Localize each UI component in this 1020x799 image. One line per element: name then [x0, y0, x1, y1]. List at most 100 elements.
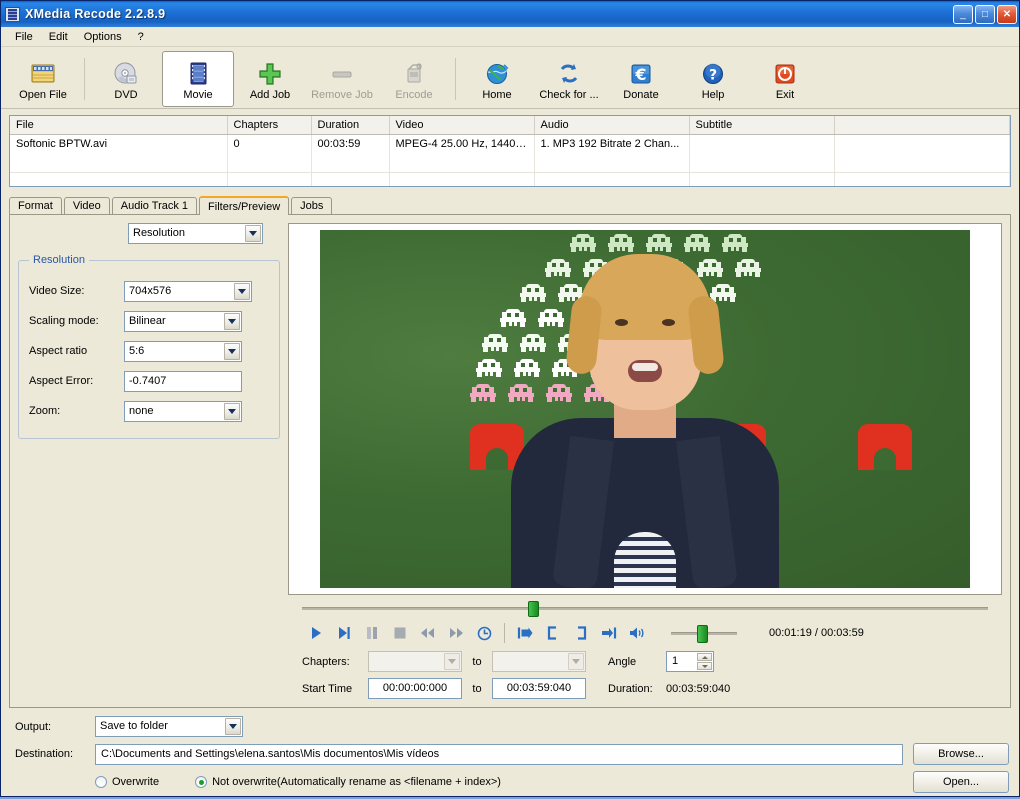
transport-separator: [504, 623, 505, 643]
preview-column: 00:01:19 / 00:03:59 Chapters: to Angle 1: [288, 223, 1002, 699]
label-aspect-ratio: Aspect ratio: [29, 345, 124, 357]
resolution-group-legend: Resolution: [29, 254, 89, 266]
mark-out-button[interactable]: [567, 621, 595, 645]
label-zoom: Zoom:: [29, 405, 124, 417]
aspect-ratio-value: 5:6: [129, 342, 221, 361]
close-button[interactable]: ✕: [997, 5, 1017, 24]
column-header-subtitle[interactable]: Subtitle: [689, 116, 834, 135]
rewind-icon: [420, 626, 436, 640]
tab-filters-preview[interactable]: Filters/Preview: [199, 196, 289, 215]
toolbar-help[interactable]: ? Help: [677, 51, 749, 107]
next-frame-button[interactable]: [330, 621, 358, 645]
mark-out-icon: [574, 626, 588, 640]
chevron-down-icon[interactable]: [225, 718, 241, 735]
angle-down-icon[interactable]: [697, 662, 712, 670]
volume-button[interactable]: [623, 621, 651, 645]
tab-video[interactable]: Video: [64, 197, 110, 214]
column-header-duration[interactable]: Duration: [311, 116, 389, 135]
stop-button[interactable]: [386, 621, 414, 645]
column-header-video[interactable]: Video: [389, 116, 534, 135]
overwrite-radio[interactable]: [95, 776, 107, 788]
zoom-select[interactable]: none: [124, 401, 242, 422]
end-time-field[interactable]: 00:03:59:040: [492, 678, 586, 699]
chevron-down-icon[interactable]: [224, 343, 240, 360]
mark-in-icon: [546, 626, 560, 640]
duration-value: 00:03:59:040: [666, 683, 730, 695]
maximize-button[interactable]: □: [975, 5, 995, 24]
scaling-mode-select[interactable]: Bilinear: [124, 311, 242, 332]
volume-slider[interactable]: [671, 625, 737, 641]
seek-bar[interactable]: [302, 601, 988, 615]
overwrite-label[interactable]: Overwrite: [112, 776, 159, 788]
toolbar-movie[interactable]: Movie: [162, 51, 234, 107]
chevron-down-icon[interactable]: [234, 283, 250, 300]
menu-options[interactable]: Options: [76, 29, 130, 45]
play-button[interactable]: [302, 621, 330, 645]
jump-start-button[interactable]: [511, 621, 539, 645]
toolbar-separator-2: [455, 58, 456, 100]
jump-end-button[interactable]: [595, 621, 623, 645]
bunker-shape: [858, 424, 912, 470]
tab-audio-track-1[interactable]: Audio Track 1: [112, 197, 197, 214]
angle-up-icon[interactable]: [697, 653, 712, 661]
angle-stepper[interactable]: 1: [666, 651, 714, 672]
file-list[interactable]: File Chapters Duration Video Audio Subti…: [9, 115, 1011, 187]
video-size-value: 704x576: [129, 282, 231, 301]
not-overwrite-label[interactable]: Not overwrite(Automatically rename as <f…: [212, 776, 501, 788]
table-row-empty[interactable]: [10, 173, 1010, 188]
chevron-down-icon[interactable]: [245, 225, 261, 242]
toolbar-dvd-label: DVD: [114, 89, 137, 101]
column-header-extra[interactable]: [834, 116, 1010, 135]
output-row: Output: Save to folder: [15, 716, 1009, 737]
transport-controls: 00:01:19 / 00:03:59: [288, 615, 1002, 645]
chapters-row: Chapters: to Angle 1: [288, 645, 1002, 672]
tab-format[interactable]: Format: [9, 197, 62, 214]
menu-edit[interactable]: Edit: [41, 29, 76, 45]
title-bar: XMedia Recode 2.2.8.9 _ □ ✕: [1, 1, 1019, 27]
column-header-file[interactable]: File: [10, 116, 227, 135]
invader-sprite: [608, 234, 634, 252]
fast-forward-icon: [448, 626, 464, 640]
start-time-row: Start Time 00:00:00:000 to 00:03:59:040 …: [288, 672, 1002, 699]
invader-sprite: [570, 234, 596, 252]
toolbar-dvd[interactable]: DVD: [90, 51, 162, 107]
volume-thumb[interactable]: [697, 625, 708, 643]
table-row-empty[interactable]: [10, 154, 1010, 173]
table-row[interactable]: Softonic BPTW.avi 0 00:03:59 MPEG-4 25.0…: [10, 135, 1010, 154]
toolbar-check-for-updates[interactable]: Check for ...: [533, 51, 605, 107]
seek-thumb[interactable]: [528, 601, 539, 617]
row-aspect-ratio: Aspect ratio 5:6: [29, 336, 269, 366]
start-time-field[interactable]: 00:00:00:000: [368, 678, 462, 699]
menu-file[interactable]: File: [7, 29, 41, 45]
column-header-chapters[interactable]: Chapters: [227, 116, 311, 135]
toolbar-donate[interactable]: € Donate: [605, 51, 677, 107]
tab-jobs[interactable]: Jobs: [291, 197, 332, 214]
minimize-button[interactable]: _: [953, 5, 973, 24]
pause-button[interactable]: [358, 621, 386, 645]
toolbar-open-file[interactable]: Open File: [7, 51, 79, 107]
aspect-ratio-select[interactable]: 5:6: [124, 341, 242, 362]
browse-button[interactable]: Browse...: [913, 743, 1009, 765]
toolbar-remove-job-label: Remove Job: [311, 89, 373, 101]
destination-field[interactable]: C:\Documents and Settings\elena.santos\M…: [95, 744, 903, 765]
open-button[interactable]: Open...: [913, 771, 1009, 793]
filter-type-select[interactable]: Resolution: [128, 223, 263, 244]
output-mode-select[interactable]: Save to folder: [95, 716, 243, 737]
forward-button[interactable]: [442, 621, 470, 645]
chevron-down-icon[interactable]: [224, 313, 240, 330]
aspect-error-field[interactable]: -0.7407: [124, 371, 242, 392]
mark-in-button[interactable]: [539, 621, 567, 645]
toolbar-exit[interactable]: Exit: [749, 51, 821, 107]
menu-help[interactable]: ?: [130, 29, 152, 45]
toolbar-add-job[interactable]: Add Job: [234, 51, 306, 107]
column-header-audio[interactable]: Audio: [534, 116, 689, 135]
video-size-select[interactable]: 704x576: [124, 281, 252, 302]
time-button[interactable]: [470, 621, 498, 645]
video-preview-image[interactable]: [320, 230, 970, 588]
label-angle: Angle: [608, 656, 666, 668]
rewind-button[interactable]: [414, 621, 442, 645]
chevron-down-icon[interactable]: [224, 403, 240, 420]
not-overwrite-radio[interactable]: [195, 776, 207, 788]
pause-icon: [365, 626, 379, 640]
toolbar-home[interactable]: Home: [461, 51, 533, 107]
